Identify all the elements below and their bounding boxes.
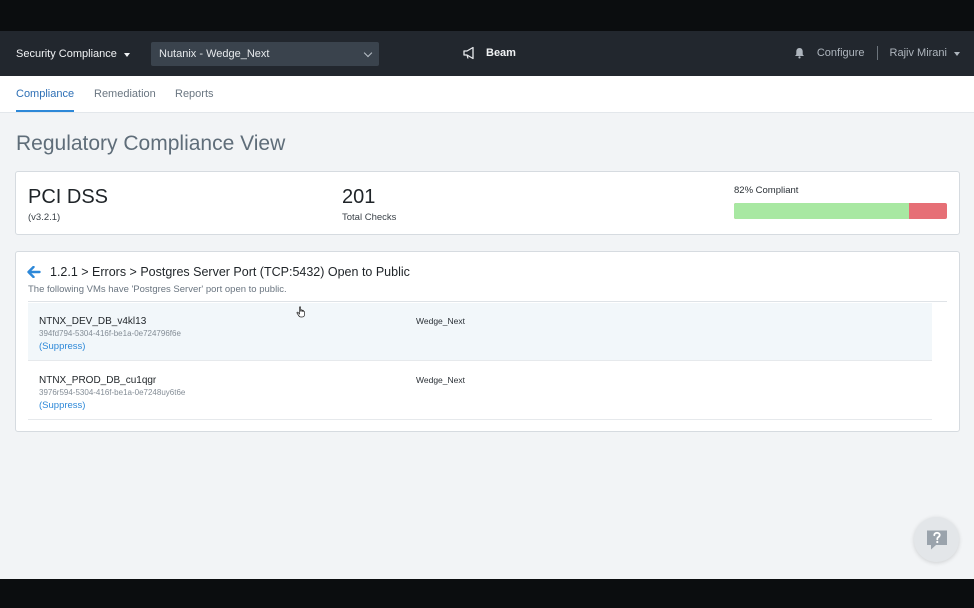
- check-title: 1.2.1 > Errors > Postgres Server Port (T…: [50, 265, 410, 279]
- brand-logo: Beam: [462, 46, 516, 60]
- total-checks-label: Total Checks: [342, 212, 397, 223]
- vm-name: NTNX_PROD_DB_cu1qgr: [39, 375, 157, 386]
- suppress-link[interactable]: (Suppress): [39, 341, 85, 352]
- section-tabs: Compliance Remediation Reports: [0, 76, 974, 113]
- framework-name: PCI DSS: [28, 186, 109, 208]
- caret-down-icon: [123, 52, 130, 57]
- row-divider: [28, 419, 932, 420]
- app-switcher-label: Security Compliance: [16, 48, 117, 60]
- vm-id: 3976r594-5304-416f-be1a-0e7248uy6t6e: [39, 388, 186, 397]
- chevron-down-icon: [363, 48, 373, 57]
- configure-link[interactable]: Configure: [817, 47, 865, 59]
- compliance-summary-card: PCI DSS (v3.2.1) 201 Total Checks 82% Co…: [15, 171, 960, 235]
- environment-select[interactable]: Nutanix - Wedge_Next: [151, 42, 379, 66]
- help-chat-button[interactable]: [914, 517, 959, 562]
- check-details-card: 1.2.1 > Errors > Postgres Server Port (T…: [15, 251, 960, 432]
- main-content: Regulatory Compliance View PCI DSS (v3.2…: [0, 113, 974, 579]
- page-title: Regulatory Compliance View: [16, 132, 286, 155]
- suppress-link[interactable]: (Suppress): [39, 400, 85, 411]
- environment-select-value: Nutanix - Wedge_Next: [159, 48, 270, 60]
- video-letterbox-bottom: [0, 579, 974, 608]
- row-divider: [28, 360, 932, 361]
- nav-separator: [876, 46, 878, 60]
- caret-down-icon: [954, 51, 960, 56]
- compliance-progress-bar: [734, 203, 947, 219]
- compliance-progress-fill: [734, 203, 909, 219]
- tab-reports[interactable]: Reports: [175, 88, 214, 100]
- bell-icon[interactable]: [794, 47, 805, 59]
- user-menu[interactable]: Rajiv Mirani: [890, 47, 960, 59]
- vm-list-item[interactable]: NTNX_DEV_DB_v4kl13 394fd794-5304-416f-be…: [28, 303, 932, 361]
- vm-name: NTNX_DEV_DB_v4kl13: [39, 316, 147, 327]
- back-arrow-icon[interactable]: [27, 265, 41, 283]
- megaphone-icon: [463, 46, 474, 60]
- framework-version: (v3.2.1): [28, 212, 61, 223]
- vm-list-item[interactable]: NTNX_PROD_DB_cu1qgr 3976r594-5304-416f-b…: [28, 362, 932, 420]
- app-switcher-menu[interactable]: Security Compliance: [16, 48, 130, 60]
- help-chat-icon: [926, 530, 947, 549]
- brand-name: Beam: [486, 47, 516, 59]
- video-letterbox-top: [0, 0, 974, 31]
- vm-id: 394fd794-5304-416f-be1a-0e724796f6e: [39, 329, 181, 338]
- check-description: The following VMs have 'Postgres Server'…: [28, 284, 287, 295]
- tab-compliance[interactable]: Compliance: [16, 88, 75, 112]
- tab-remediation[interactable]: Remediation: [94, 88, 156, 100]
- vm-cluster: Wedge_Next: [416, 375, 465, 385]
- vm-cluster: Wedge_Next: [416, 316, 465, 326]
- user-navigation: Configure Rajiv Mirani: [794, 46, 960, 60]
- pointer-cursor-icon: [296, 305, 306, 323]
- total-checks-count: 201: [342, 186, 376, 208]
- user-name: Rajiv Mirani: [889, 47, 947, 59]
- top-navigation-bar: Security Compliance Nutanix - Wedge_Next…: [0, 31, 974, 76]
- divider: [28, 301, 947, 302]
- compliance-percentage-label: 82% Compliant: [734, 185, 799, 196]
